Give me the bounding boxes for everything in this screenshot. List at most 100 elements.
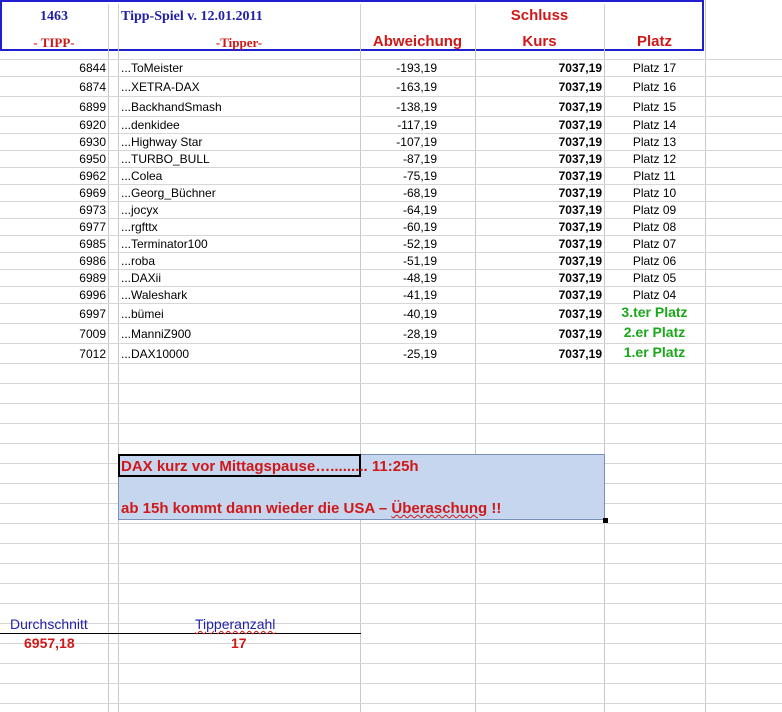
row-kurs[interactable]: 7037,19 <box>475 326 602 343</box>
row-kurs[interactable]: 7037,19 <box>475 346 602 363</box>
row-platz[interactable]: 1.er Platz <box>604 344 705 361</box>
row-tipper[interactable]: ...DAXii <box>121 270 357 287</box>
header-tipp-label[interactable]: - TIPP- <box>0 34 108 51</box>
row-tipper[interactable]: ...bümei <box>121 306 357 323</box>
row-kurs[interactable]: 7037,19 <box>475 99 602 116</box>
row-kurs[interactable]: 7037,19 <box>475 117 602 134</box>
row-tipper[interactable]: ...Highway Star <box>121 134 357 151</box>
row-tipper[interactable]: ...denkidee <box>121 117 357 134</box>
row-tipp[interactable]: 6986 <box>0 253 106 270</box>
row-kurs[interactable]: 7037,19 <box>475 79 602 96</box>
row-tipper[interactable]: ...Georg_Büchner <box>121 185 357 202</box>
row-abweichung[interactable]: -52,19 <box>360 236 437 253</box>
row-tipp[interactable]: 6977 <box>0 219 106 236</box>
row-tipper[interactable]: ...TURBO_BULL <box>121 151 357 168</box>
note-line-1[interactable]: DAX kurz vor Mittagspause…......... 11:2… <box>121 458 419 475</box>
row-platz[interactable]: Platz 12 <box>604 151 705 168</box>
row-tipp[interactable]: 6989 <box>0 270 106 287</box>
row-tipp[interactable]: 6950 <box>0 151 106 168</box>
row-tipp[interactable]: 6996 <box>0 287 106 304</box>
row-abweichung[interactable]: -87,19 <box>360 151 437 168</box>
row-abweichung[interactable]: -60,19 <box>360 219 437 236</box>
row-platz[interactable]: Platz 15 <box>604 99 705 116</box>
row-platz[interactable]: 3.ter Platz <box>604 304 705 321</box>
row-tipp[interactable]: 6920 <box>0 117 106 134</box>
row-platz[interactable]: Platz 10 <box>604 185 705 202</box>
row-tipper[interactable]: ...roba <box>121 253 357 270</box>
row-abweichung[interactable]: -75,19 <box>360 168 437 185</box>
row-platz[interactable]: Platz 05 <box>604 270 705 287</box>
header-kurs-label[interactable]: Kurs <box>475 33 604 50</box>
row-kurs[interactable]: 7037,19 <box>475 219 602 236</box>
row-tipp[interactable]: 7012 <box>0 346 106 363</box>
row-kurs[interactable]: 7037,19 <box>475 185 602 202</box>
row-platz[interactable]: Platz 08 <box>604 219 705 236</box>
row-abweichung[interactable]: -51,19 <box>360 253 437 270</box>
row-kurs[interactable]: 7037,19 <box>475 60 602 77</box>
note-line-2[interactable]: ab 15h kommt dann wieder die USA – Übera… <box>121 500 501 517</box>
row-tipper[interactable]: ...Terminator100 <box>121 236 357 253</box>
row-platz[interactable]: Platz 14 <box>604 117 705 134</box>
row-kurs[interactable]: 7037,19 <box>475 168 602 185</box>
row-tipp[interactable]: 6874 <box>0 79 106 96</box>
row-tipp[interactable]: 6973 <box>0 202 106 219</box>
row-tipp[interactable]: 7009 <box>0 326 106 343</box>
row-tipp[interactable]: 6985 <box>0 236 106 253</box>
row-kurs[interactable]: 7037,19 <box>475 306 602 323</box>
header-schluss[interactable]: Schluss <box>475 7 604 24</box>
row-kurs[interactable]: 7037,19 <box>475 270 602 287</box>
row-abweichung[interactable]: -25,19 <box>360 346 437 363</box>
durchschnitt-value[interactable]: 6957,18 <box>24 635 75 652</box>
header-platz-label[interactable]: Platz <box>604 33 705 50</box>
row-tipper[interactable]: ...XETRA-DAX <box>121 79 357 96</box>
row-platz[interactable]: Platz 13 <box>604 134 705 151</box>
row-tipper[interactable]: ...jocyx <box>121 202 357 219</box>
row-kurs[interactable]: 7037,19 <box>475 134 602 151</box>
row-kurs[interactable]: 7037,19 <box>475 236 602 253</box>
header-number[interactable]: 1463 <box>0 8 108 25</box>
row-platz[interactable]: Platz 06 <box>604 253 705 270</box>
row-abweichung[interactable]: -193,19 <box>360 60 437 77</box>
durchschnitt-label[interactable]: Durchschnitt <box>10 616 88 633</box>
row-tipper[interactable]: ...DAX10000 <box>121 346 357 363</box>
resize-handle[interactable] <box>603 518 608 523</box>
row-abweichung[interactable]: -117,19 <box>360 117 437 134</box>
tipperanzahl-value[interactable]: 17 <box>231 635 247 652</box>
row-platz[interactable]: Platz 17 <box>604 60 705 77</box>
row-abweichung[interactable]: -41,19 <box>360 287 437 304</box>
header-title[interactable]: Tipp-Spiel v. 12.01.2011 <box>121 8 263 25</box>
row-tipp[interactable]: 6997 <box>0 306 106 323</box>
row-tipp[interactable]: 6899 <box>0 99 106 116</box>
row-tipp[interactable]: 6969 <box>0 185 106 202</box>
header-abweichung-label[interactable]: Abweichung <box>360 33 475 50</box>
row-tipper[interactable]: ...rgfttx <box>121 219 357 236</box>
row-tipper[interactable]: ...ManniZ900 <box>121 326 357 343</box>
row-kurs[interactable]: 7037,19 <box>475 253 602 270</box>
row-kurs[interactable]: 7037,19 <box>475 287 602 304</box>
row-platz[interactable]: Platz 11 <box>604 168 705 185</box>
row-abweichung[interactable]: -28,19 <box>360 326 437 343</box>
row-platz[interactable]: Platz 16 <box>604 79 705 96</box>
tipperanzahl-label[interactable]: Tipperanzahl <box>195 616 275 633</box>
row-kurs[interactable]: 7037,19 <box>475 202 602 219</box>
row-tipper[interactable]: ...BackhandSmash <box>121 99 357 116</box>
row-abweichung[interactable]: -40,19 <box>360 306 437 323</box>
row-platz[interactable]: 2.er Platz <box>604 324 705 341</box>
header-tipper-label[interactable]: -Tipper- <box>118 34 360 51</box>
row-tipp[interactable]: 6962 <box>0 168 106 185</box>
row-abweichung[interactable]: -163,19 <box>360 79 437 96</box>
row-tipper[interactable]: ...Colea <box>121 168 357 185</box>
row-abweichung[interactable]: -107,19 <box>360 134 437 151</box>
row-platz[interactable]: Platz 04 <box>604 287 705 304</box>
row-tipp[interactable]: 6844 <box>0 60 106 77</box>
row-tipper[interactable]: ...ToMeister <box>121 60 357 77</box>
row-abweichung[interactable]: -68,19 <box>360 185 437 202</box>
row-abweichung[interactable]: -64,19 <box>360 202 437 219</box>
row-kurs[interactable]: 7037,19 <box>475 151 602 168</box>
row-abweichung[interactable]: -48,19 <box>360 270 437 287</box>
row-tipper[interactable]: ...Waleshark <box>121 287 357 304</box>
row-tipp[interactable]: 6930 <box>0 134 106 151</box>
row-platz[interactable]: Platz 07 <box>604 236 705 253</box>
row-platz[interactable]: Platz 09 <box>604 202 705 219</box>
row-abweichung[interactable]: -138,19 <box>360 99 437 116</box>
